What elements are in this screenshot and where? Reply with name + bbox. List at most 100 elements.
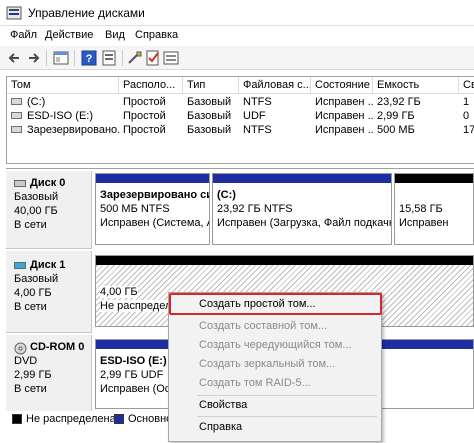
disk-state: В сети	[14, 383, 47, 395]
menu-file[interactable]: Файл	[10, 29, 37, 41]
partition-size: 23,92 ГБ NTFS	[217, 203, 293, 215]
volume-type: Базовый	[187, 124, 232, 136]
checklist-icon[interactable]	[144, 49, 162, 67]
disk-icon	[14, 262, 26, 269]
disk-type: Базовый	[14, 273, 59, 285]
disk-management-icon	[6, 6, 22, 20]
volume-capacity: 23,92 ГБ	[377, 96, 421, 108]
volume-capacity: 2,99 ГБ	[377, 110, 415, 122]
partition-size: 4,00 ГБ	[100, 286, 138, 298]
volume-capacity: 500 МБ	[377, 124, 415, 136]
partition-status: Не распредел	[100, 300, 172, 312]
partition-status: Исправен (Система, А	[100, 217, 210, 229]
view-icon[interactable]	[162, 49, 180, 67]
disk-name: Диск 1	[30, 259, 66, 271]
partition-c[interactable]: (C:) 23,92 ГБ NTFS Исправен (Загрузка, Ф…	[212, 173, 392, 245]
toolbar-separator	[46, 50, 47, 66]
disk-state: В сети	[14, 219, 47, 231]
menu-help[interactable]: Справка	[199, 421, 242, 433]
volume-type: Базовый	[187, 110, 232, 122]
menu-separator	[197, 395, 377, 396]
menu-bar: Файл Действие Вид Справка	[0, 26, 474, 46]
partition-status: Исправен (Загрузка, Файл подкачки,	[217, 217, 392, 229]
volume-free: 0	[463, 110, 470, 122]
volume-layout: Простой	[123, 110, 166, 122]
partition-status: Исправен	[399, 217, 449, 229]
disk-name: Диск 0	[30, 177, 66, 189]
volume-status: Исправен ...	[315, 96, 373, 108]
partition-bar	[395, 174, 473, 183]
menu-create-spanned-volume[interactable]: Создать составной том...	[199, 320, 327, 332]
volume-name: Зарезервировано...	[27, 124, 119, 136]
cdrom-0-label[interactable]: CD-ROM 0 DVD 2,99 ГБ В сети	[6, 335, 92, 413]
disk-type: Базовый	[14, 191, 59, 203]
connect-icon[interactable]	[126, 49, 144, 67]
forward-arrow-icon[interactable]	[24, 49, 42, 67]
menu-properties[interactable]: Свойства	[199, 399, 247, 411]
toolbar: ?	[0, 46, 474, 70]
menu-help[interactable]: Справка	[135, 29, 178, 41]
back-arrow-icon[interactable]	[6, 49, 24, 67]
column-type[interactable]: Тип	[183, 77, 239, 94]
volume-free: 1	[463, 96, 470, 108]
menu-separator	[197, 416, 377, 417]
column-layout[interactable]: Располо...	[119, 77, 183, 94]
menu-create-simple-volume[interactable]: Создать простой том...	[199, 298, 316, 310]
volume-name: (C:)	[27, 96, 46, 108]
volume-status: Исправен ...	[315, 124, 373, 136]
partition-name: (C:)	[217, 189, 236, 201]
disk-1-label[interactable]: Диск 1 Базовый 4,00 ГБ В сети	[6, 251, 92, 333]
unallocated-bar	[96, 256, 473, 265]
partition-unnamed[interactable]: 15,58 ГБ Исправен	[394, 173, 474, 245]
partition-reserved[interactable]: Зарезервировано си 500 МБ NTFS Исправен …	[95, 173, 210, 245]
primary-partition-bar	[96, 174, 209, 183]
menu-create-striped-volume[interactable]: Создать чередующийся том...	[199, 339, 352, 351]
menu-create-mirrored-volume[interactable]: Создать зеркальный том...	[199, 358, 335, 370]
volume-free: 17	[463, 124, 474, 136]
properties-icon[interactable]	[100, 49, 118, 67]
partition-name: ESD-ISO (E:)	[100, 355, 167, 367]
disk-name: CD-ROM 0	[30, 341, 85, 353]
partition-name: Зарезервировано си	[100, 189, 210, 201]
window-title: Управление дисками	[28, 6, 145, 20]
console-tree-icon[interactable]	[52, 49, 70, 67]
menu-action[interactable]: Действие	[45, 29, 93, 41]
drive-icon	[11, 112, 22, 119]
disk-size: 2,99 ГБ	[14, 369, 52, 381]
column-volume[interactable]: Том	[7, 77, 119, 94]
cd-icon	[14, 342, 27, 355]
help-icon[interactable]: ?	[80, 49, 98, 67]
volume-layout: Простой	[123, 124, 166, 136]
volume-name: ESD-ISO (E:)	[27, 110, 94, 122]
column-status[interactable]: Состояние	[311, 77, 373, 94]
column-filesystem[interactable]: Файловая с...	[239, 77, 311, 94]
menu-create-raid5-volume[interactable]: Создать том RAID-5...	[199, 377, 311, 389]
volume-list: Том Располо... Тип Файловая с... Состоян…	[6, 76, 474, 164]
legend-unallocated: Не распределена	[26, 413, 116, 425]
volume-layout: Простой	[123, 96, 166, 108]
volume-row[interactable]: Зарезервировано... Простой Базовый NTFS …	[7, 123, 474, 137]
volume-row[interactable]: (C:) Простой Базовый NTFS Исправен ... 2…	[7, 95, 474, 109]
context-menu: Создать простой том... Создать составной…	[168, 292, 382, 442]
volume-type: Базовый	[187, 96, 232, 108]
title-bar: Управление дисками	[0, 0, 474, 26]
disk-size: 40,00 ГБ	[14, 205, 58, 217]
disk-size: 4,00 ГБ	[14, 287, 52, 299]
column-free[interactable]: Св	[459, 77, 474, 94]
toolbar-separator	[74, 50, 75, 66]
volume-filesystem: UDF	[243, 110, 266, 122]
menu-view[interactable]: Вид	[105, 29, 125, 41]
volume-filesystem: NTFS	[243, 124, 272, 136]
svg-text:?: ?	[86, 53, 93, 65]
column-capacity[interactable]: Емкость	[373, 77, 459, 94]
partition-size: 2,99 ГБ UDF	[100, 369, 164, 381]
volume-row[interactable]: ESD-ISO (E:) Простой Базовый UDF Исправе…	[7, 109, 474, 123]
disk-type: DVD	[14, 355, 38, 367]
legend-primary-swatch	[114, 414, 124, 424]
legend-unallocated-swatch	[12, 414, 22, 424]
toolbar-separator	[122, 50, 123, 66]
partition-size: 500 МБ NTFS	[100, 203, 170, 215]
disk-icon	[14, 180, 26, 187]
disk-0-label[interactable]: Диск 0 Базовый 40,00 ГБ В сети	[6, 171, 92, 249]
drive-icon	[11, 126, 22, 133]
